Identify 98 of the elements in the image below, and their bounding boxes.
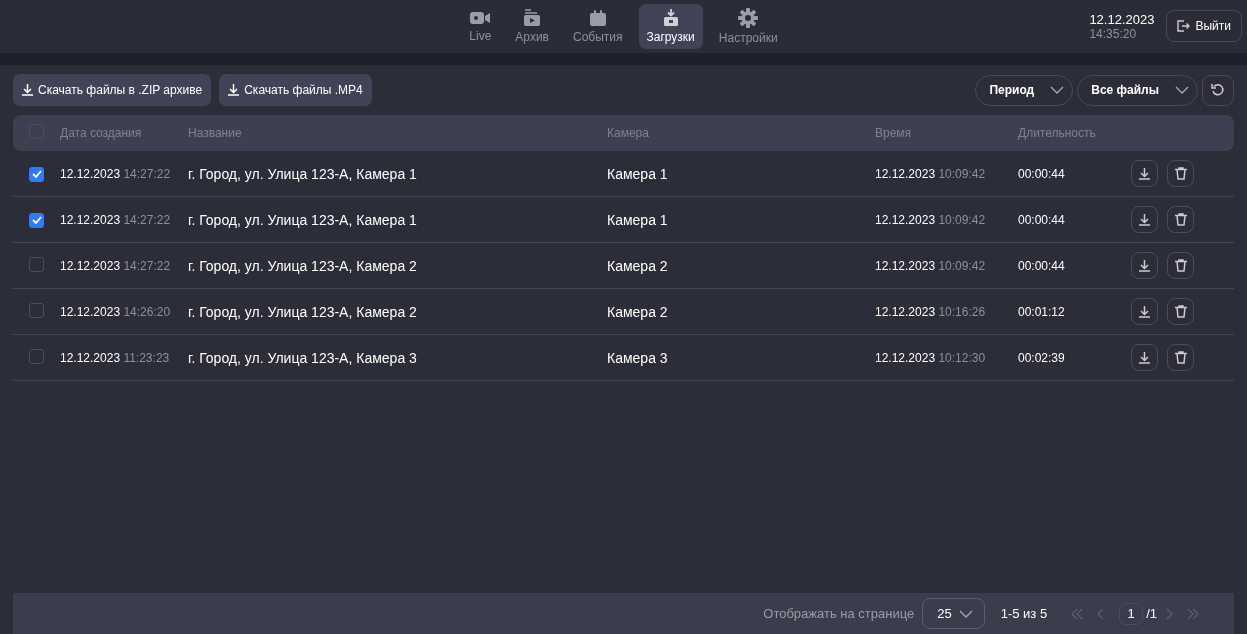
download-icon — [22, 84, 33, 96]
camera-name: Камера 1 — [607, 211, 668, 228]
record-time: 10:12:30 — [938, 350, 986, 365]
file-name: г. Город, ул. Улица 123-А, Камера 3 — [188, 349, 417, 366]
trash-icon — [1174, 213, 1187, 226]
rows-per-page-label: Отображать на странице — [763, 606, 915, 621]
record-time: 10:09:42 — [938, 166, 986, 181]
nav-tab-label: Загрузки — [646, 30, 695, 44]
file-name: г. Город, ул. Улица 123-А, Камера 2 — [188, 257, 417, 274]
download-icon — [228, 84, 240, 96]
column-header: Время — [875, 126, 912, 140]
checkbox[interactable] — [29, 166, 44, 182]
video-camera-icon — [470, 10, 491, 26]
nav-tab-label: Live — [469, 29, 492, 43]
settings-icon — [738, 8, 759, 28]
created-date: 12.12.2023 — [60, 212, 121, 227]
download-row-button[interactable] — [1131, 298, 1158, 325]
duration: 00:01:12 — [1018, 304, 1065, 319]
chevron-down-icon — [958, 609, 973, 618]
column-header: Камера — [607, 126, 649, 140]
logout-icon — [1177, 20, 1191, 32]
trash-icon — [1174, 259, 1187, 272]
download-files-button[interactable]: Скачать файлы .MP4 — [219, 74, 372, 106]
record-time: 10:09:42 — [938, 258, 986, 273]
camera-name: Камера 2 — [607, 303, 668, 320]
nav-tab-label: Архив — [515, 30, 549, 44]
download-row-button[interactable] — [1131, 160, 1158, 187]
download-icon — [1139, 213, 1150, 226]
total-pages: /1 — [1146, 606, 1157, 621]
nav-tab[interactable]: Настройки — [710, 4, 786, 49]
created-date: 12.12.2023 — [60, 258, 121, 273]
record-date: 12.12.2023 — [875, 304, 936, 319]
chevron-down-icon — [1050, 86, 1065, 94]
download-icon — [1139, 305, 1150, 318]
delete-row-button[interactable] — [1167, 160, 1194, 187]
nav-tab-label: Настройки — [718, 31, 778, 45]
trash-icon — [1174, 305, 1187, 318]
duration: 00:00:44 — [1018, 212, 1065, 227]
nav-tab[interactable]: Загрузки — [638, 4, 703, 49]
refresh-button[interactable] — [1202, 74, 1234, 106]
nav-tab[interactable]: Архив — [507, 4, 557, 49]
column-header: Дата создания — [60, 126, 142, 140]
record-date: 12.12.2023 — [875, 258, 936, 273]
delete-row-button[interactable] — [1167, 298, 1194, 325]
trash-icon — [1174, 351, 1187, 364]
download-icon — [1139, 259, 1150, 272]
chevron-down-icon — [1175, 86, 1189, 94]
trash-icon — [1174, 167, 1187, 180]
range-label: 1-5 из 5 — [1000, 606, 1048, 621]
camera-name: Камера 2 — [607, 257, 668, 274]
duration: 00:02:39 — [1018, 350, 1065, 365]
current-time: 14:35:20 — [1089, 26, 1138, 41]
file-name: г. Город, ул. Улица 123-А, Камера 1 — [188, 165, 417, 182]
calendar-icon — [588, 9, 607, 27]
download-files-button[interactable]: Скачать файлы в .ZIP архиве — [13, 74, 212, 106]
checkbox[interactable] — [29, 348, 44, 364]
current-date: 12.12.2023 — [1089, 11, 1155, 27]
column-header: Длительность — [1018, 126, 1096, 140]
download-row-button[interactable] — [1131, 344, 1158, 371]
created-time: 14:27:22 — [123, 212, 171, 227]
refresh-icon — [1211, 83, 1225, 97]
record-date: 12.12.2023 — [875, 166, 936, 181]
page-input[interactable]: 1 — [1119, 602, 1144, 625]
delete-row-button[interactable] — [1167, 206, 1194, 233]
logout-button[interactable]: Выйти — [1166, 10, 1242, 42]
file-name: г. Город, ул. Улица 123-А, Камера 1 — [188, 211, 417, 228]
duration: 00:00:44 — [1018, 258, 1065, 273]
download-row-button[interactable] — [1131, 252, 1158, 279]
created-time: 11:23:23 — [123, 350, 170, 365]
nav-tab[interactable]: Live — [461, 4, 500, 49]
created-date: 12.12.2023 — [60, 350, 121, 365]
record-date: 12.12.2023 — [875, 350, 936, 365]
camera-name: Камера 3 — [607, 349, 668, 366]
rows-per-page-select[interactable]: 25 — [922, 598, 985, 629]
file-name: г. Город, ул. Улица 123-А, Камера 2 — [188, 303, 417, 320]
checkbox[interactable] — [29, 256, 44, 272]
delete-row-button[interactable] — [1167, 252, 1194, 279]
duration: 00:00:44 — [1018, 166, 1065, 181]
created-time: 14:27:22 — [123, 166, 171, 181]
download-row-button[interactable] — [1131, 206, 1158, 233]
created-date: 12.12.2023 — [60, 166, 121, 181]
checkbox[interactable] — [29, 212, 44, 228]
record-time: 10:09:42 — [938, 212, 986, 227]
created-time: 14:26:20 — [123, 304, 171, 319]
download-icon — [1139, 351, 1150, 364]
download-icon — [1139, 167, 1150, 180]
folder-play-icon — [523, 9, 542, 27]
camera-name: Камера 1 — [607, 165, 668, 182]
nav-tab-label: События — [572, 30, 623, 44]
delete-row-button[interactable] — [1167, 344, 1194, 371]
column-header: Название — [188, 126, 242, 140]
checkbox[interactable] — [29, 302, 44, 318]
created-time: 14:27:22 — [123, 258, 171, 273]
download-box-icon — [661, 9, 680, 27]
record-date: 12.12.2023 — [875, 212, 936, 227]
nav-tab[interactable]: События — [564, 4, 631, 49]
created-date: 12.12.2023 — [60, 304, 121, 319]
record-time: 10:16:26 — [938, 304, 986, 319]
